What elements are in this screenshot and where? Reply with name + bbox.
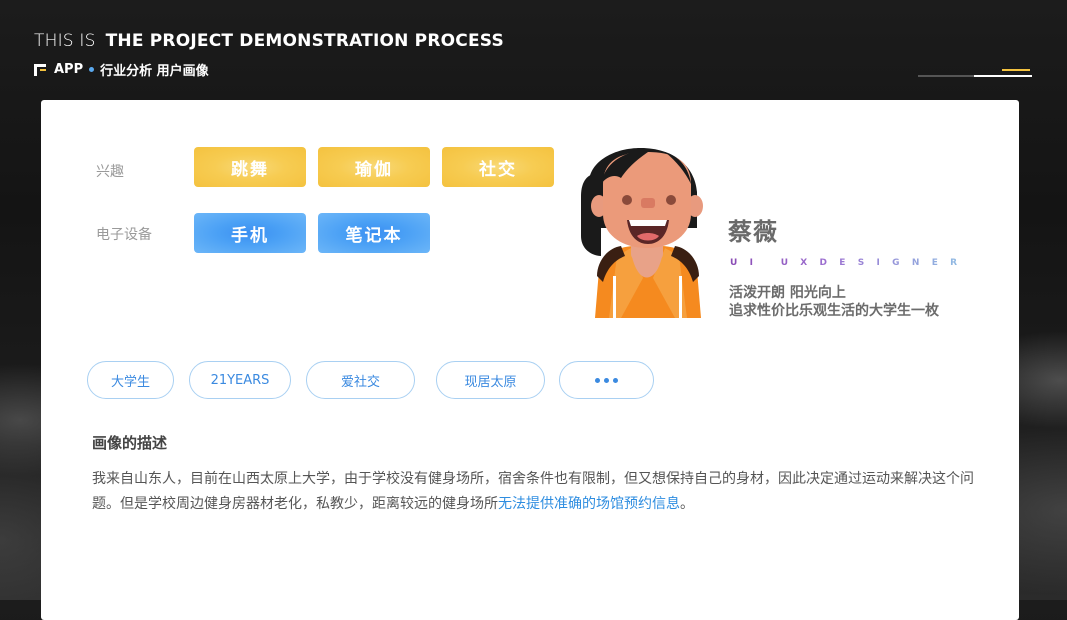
app-logo-icon [34, 63, 46, 76]
ellipsis-icon [595, 377, 618, 383]
breadcrumb: APP 行业分析 用户画像 [34, 60, 209, 79]
page-progress-indicator [918, 65, 1032, 77]
persona-card: 兴趣 跳舞 瑜伽 社交 电子设备 手机 笔记本 蔡薇 UI UXDESIGNER… [41, 100, 1019, 620]
profile-role: UI UXDESIGNER [730, 258, 970, 268]
page-header-title: THIS IS THE PROJECT DEMONSTRATION PROCESS [34, 31, 504, 51]
description-text-highlight: 无法提供准确的场馆预约信息 [498, 496, 680, 512]
profile-desc-line-1: 活泼开朗 阳光向上 [729, 285, 846, 301]
description-text-end: 。 [680, 496, 694, 512]
interest-tag-social: 社交 [442, 147, 554, 187]
more-tags-button[interactable] [559, 361, 654, 399]
pill-social[interactable]: 爱社交 [306, 361, 415, 399]
description-title: 画像的描述 [92, 434, 168, 452]
interest-tag-dance: 跳舞 [194, 147, 306, 187]
device-tag-laptop: 笔记本 [318, 213, 430, 253]
interest-tag-yoga: 瑜伽 [318, 147, 430, 187]
avatar [581, 144, 713, 318]
profile-name: 蔡薇 [728, 218, 778, 246]
header-title-light: THIS IS [34, 31, 96, 51]
profile-desc-line-2: 追求性价比乐观生活的大学生一枚 [729, 303, 939, 319]
interests-label: 兴趣 [96, 164, 124, 180]
pill-age[interactable]: 21YEARS [189, 361, 291, 399]
breadcrumb-separator-dot [89, 67, 95, 72]
device-tag-phone: 手机 [194, 213, 306, 253]
header-title-bold: THE PROJECT DEMONSTRATION PROCESS [105, 31, 504, 51]
devices-label: 电子设备 [96, 227, 152, 243]
breadcrumb-app: APP [54, 62, 84, 77]
pill-student[interactable]: 大学生 [87, 361, 174, 399]
pill-location[interactable]: 现居太原 [436, 361, 545, 399]
description-paragraph: 我来自山东人，目前在山西太原上大学，由于学校没有健身场所，宿舍条件也有限制，但又… [92, 467, 997, 517]
breadcrumb-section: 行业分析 用户画像 [100, 64, 209, 79]
